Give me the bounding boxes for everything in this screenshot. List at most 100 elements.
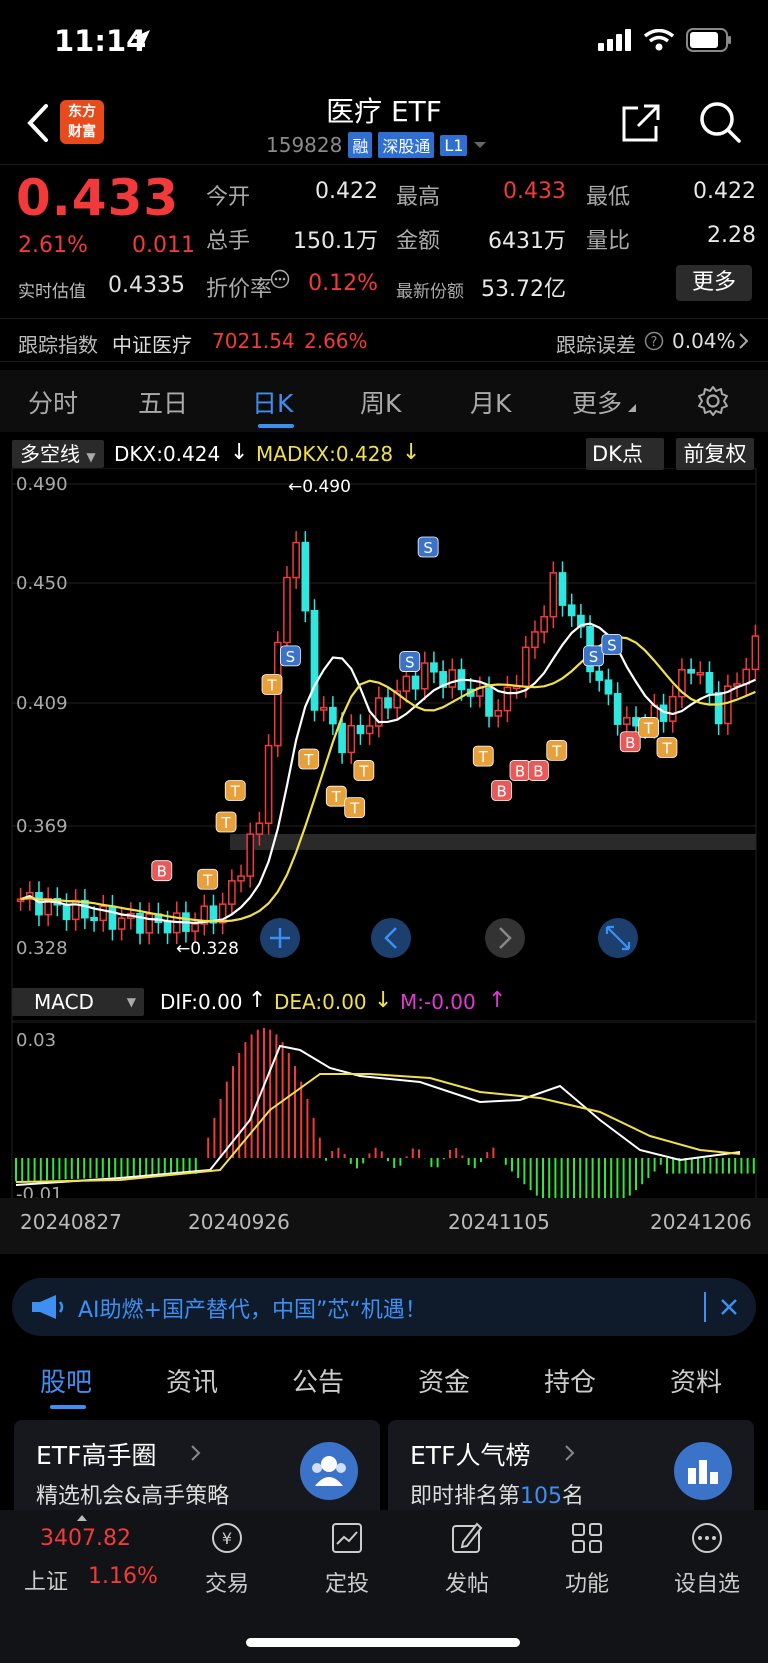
kline-chart-area[interactable]: 多空线 ▼ DKX:0.424 ↓ MADKX:0.428 ↓ DK点 前复权 … xyxy=(0,432,768,1262)
candle-body xyxy=(90,916,98,922)
fullscreen-button[interactable] xyxy=(598,918,638,958)
news-banner[interactable]: AI助燃+国产替代，中国”芯“机遇！ xyxy=(12,1278,756,1336)
corner-caret-icon xyxy=(628,404,636,412)
candle-body xyxy=(283,576,291,644)
help-icon[interactable]: ? xyxy=(644,331,664,351)
tab-funds[interactable]: 资金 xyxy=(418,1362,470,1399)
caret-up-icon xyxy=(77,1515,87,1521)
more-button[interactable]: 更多 xyxy=(676,265,752,301)
ratio-value: 2.28 xyxy=(707,223,756,248)
dif-line xyxy=(15,1044,741,1186)
candle-body xyxy=(531,631,539,649)
tracking-row[interactable]: 跟踪指数 中证医疗 7021.54 2.66% 跟踪误差 ? 0.04% xyxy=(0,318,768,362)
nav-bar: 东方 财富 医疗 ETF 159828 融 深股通 L1 xyxy=(0,82,768,164)
info-dots-icon[interactable] xyxy=(270,269,290,289)
nav-subtitle[interactable]: 159828 融 深股通 L1 xyxy=(266,132,487,158)
main-indicator-select[interactable]: 多空线 ▼ xyxy=(12,440,104,468)
tab-five-day[interactable]: 五日 xyxy=(138,384,188,420)
candle-body xyxy=(365,725,374,735)
macd-select[interactable]: MACD ▼ xyxy=(12,988,144,1016)
dif-value: DIF:0.00 xyxy=(160,990,243,1014)
s-marker-label: S xyxy=(405,654,415,672)
low-label: 最低 xyxy=(586,185,631,210)
tab-daily-k[interactable]: 日K xyxy=(252,384,293,420)
more-dots-icon xyxy=(692,1523,722,1553)
share-button[interactable] xyxy=(620,102,662,144)
index-name: 上证 xyxy=(24,1570,69,1595)
location-icon xyxy=(132,30,150,48)
banner-divider xyxy=(704,1292,706,1322)
tabbar-trade[interactable]: ¥ 交易 xyxy=(172,1520,282,1598)
candle-body xyxy=(347,724,356,754)
tab-more[interactable]: 更多 xyxy=(572,384,622,420)
s-marker-label: S xyxy=(607,636,617,654)
b-marker-label: B xyxy=(533,762,543,780)
b-marker-label: B xyxy=(625,734,635,752)
quote-panel: 0.433 2.61% 0.011 实时估值 0.4335 今开 0.422 最… xyxy=(0,164,768,306)
tab-intraday[interactable]: 分时 xyxy=(28,384,78,420)
tab-monthly-k[interactable]: 月K xyxy=(470,384,511,420)
card-etf-ranking[interactable]: ETF人气榜 即时排名第105名 xyxy=(388,1420,754,1520)
dk-point-button[interactable]: DK点 xyxy=(586,438,664,470)
date-label-2: 20241105 xyxy=(448,1210,550,1234)
tab-holdings[interactable]: 持仓 xyxy=(544,1362,596,1399)
b-marker-label: B xyxy=(515,762,525,780)
tabbar-add-watchlist[interactable]: 设自选 xyxy=(652,1520,762,1598)
tracking-error-label: 跟踪误差 xyxy=(556,333,636,357)
search-button[interactable] xyxy=(698,100,742,144)
macd-histogram xyxy=(15,1028,755,1210)
madkx-line xyxy=(20,635,756,923)
tab-weekly-k[interactable]: 周K xyxy=(360,384,401,420)
t-marker-label: T xyxy=(266,676,277,694)
megaphone-icon xyxy=(32,1295,64,1319)
b-marker-label: B xyxy=(496,782,506,800)
price-tick-3: 0.369 xyxy=(16,816,68,837)
candlestick-chart[interactable]: 0.490 0.450 0.409 0.369 B TTTTSTTTTSSTBB B… xyxy=(0,468,768,1024)
t-marker-label: T xyxy=(303,751,314,769)
volume-label: 总手 xyxy=(206,229,251,254)
invest-plan-icon xyxy=(332,1523,362,1553)
candle-body xyxy=(622,717,631,725)
pan-left-button[interactable] xyxy=(371,918,411,958)
tabbar-functions[interactable]: 功能 xyxy=(532,1520,642,1598)
settings-gear-icon[interactable] xyxy=(696,384,730,418)
t-marker-label: T xyxy=(478,748,489,766)
estimate-label: 实时估值 xyxy=(18,282,86,302)
price-grid xyxy=(12,483,756,827)
tab-forum[interactable]: 股吧 xyxy=(40,1362,92,1399)
adjust-button[interactable]: 前复权 xyxy=(676,438,754,470)
dk-point-label: DK点 xyxy=(592,442,643,466)
tag-level: L1 xyxy=(440,134,468,156)
close-icon[interactable] xyxy=(720,1298,738,1316)
feature-cards: ETF高手圈 精选机会&高手策略 ETF人气榜 即时排名第105名 xyxy=(0,1420,768,1520)
candle-body xyxy=(430,662,438,673)
rank-prefix: 即时排名第 xyxy=(410,1484,521,1509)
tab-news[interactable]: 资讯 xyxy=(166,1362,218,1399)
candle-body xyxy=(163,921,172,934)
tracking-pct: 2.66% xyxy=(304,329,368,353)
tab-profile[interactable]: 资料 xyxy=(670,1362,722,1399)
status-icons xyxy=(598,28,732,52)
tabbar-post[interactable]: 发帖 xyxy=(412,1520,522,1598)
pan-right-button[interactable] xyxy=(485,918,525,958)
card-etf-experts[interactable]: ETF高手圈 精选机会&高手策略 xyxy=(14,1420,380,1520)
tabbar-label: 设自选 xyxy=(673,1572,740,1597)
candle-body xyxy=(411,675,420,690)
candle-body xyxy=(329,706,337,725)
candle-body xyxy=(632,717,640,727)
s-marker-label: S xyxy=(286,648,296,666)
status-bar: 11:14 xyxy=(0,0,768,82)
candle-body xyxy=(485,687,493,717)
zoom-in-button[interactable] xyxy=(260,918,300,958)
tab-announcements[interactable]: 公告 xyxy=(292,1362,344,1399)
last-price: 0.433 xyxy=(16,169,180,227)
candle-body xyxy=(521,646,530,688)
open-value: 0.422 xyxy=(315,179,378,204)
tabbar-invest-plan[interactable]: 定投 xyxy=(292,1520,402,1598)
tabbar-label: 功能 xyxy=(564,1572,609,1597)
card-subtitle: 精选机会&高手策略 xyxy=(36,1484,230,1509)
stock-code: 159828 xyxy=(266,133,343,157)
chevron-right-icon xyxy=(191,1445,201,1461)
macd-chart[interactable]: 0.03 -0.01 xyxy=(0,1020,768,1210)
max-price-label: ←0.490 xyxy=(288,477,351,497)
